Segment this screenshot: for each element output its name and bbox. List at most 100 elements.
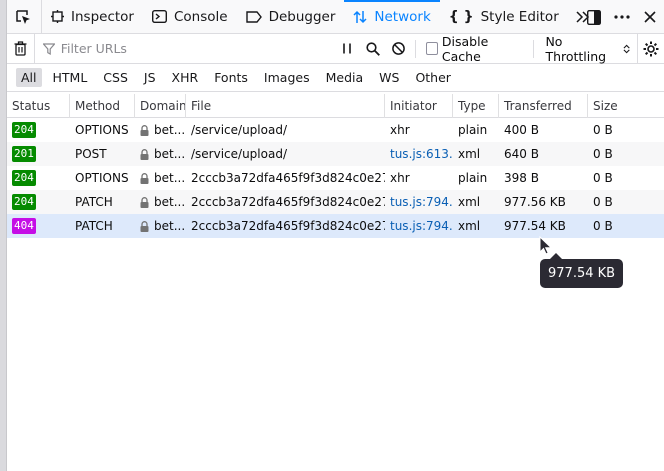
- more-horizontal-icon: [614, 15, 630, 19]
- disable-cache-checkbox[interactable]: Disable Cache: [420, 34, 529, 64]
- block-requests-button[interactable]: [386, 35, 411, 63]
- filter-fonts[interactable]: Fonts: [209, 68, 253, 87]
- pause-button[interactable]: [335, 35, 360, 63]
- status-cell: 201: [7, 142, 70, 166]
- size-cell: 0 B: [593, 195, 613, 209]
- initiator-link[interactable]: tus.js:794...: [385, 190, 453, 214]
- file-cell: 2cccb3a72dfa465f9f3d824c0e275a...: [191, 195, 385, 209]
- tab-network-label: Network: [374, 8, 431, 25]
- type-cell: plain: [458, 123, 488, 137]
- table-row[interactable]: 204 OPTIONS bet... 2cccb3a72dfa465f9f3d8…: [7, 166, 664, 190]
- pause-icon: [343, 43, 352, 54]
- network-settings-button[interactable]: [636, 33, 664, 64]
- file-cell: /service/upload/: [191, 123, 287, 137]
- domain-cell: bet...: [135, 190, 186, 214]
- column-status[interactable]: Status: [7, 94, 70, 118]
- filter-all[interactable]: All: [16, 68, 42, 87]
- toolbox-tabbar: Inspector Console Debugger Network { } S…: [7, 0, 664, 34]
- filter-js[interactable]: JS: [139, 68, 161, 87]
- size-cell: 0 B: [593, 171, 613, 185]
- search-icon: [366, 41, 380, 56]
- lock-icon: [140, 124, 149, 136]
- trash-icon: [14, 41, 27, 56]
- tab-style-editor[interactable]: { } Style Editor: [440, 0, 568, 33]
- gear-icon: [643, 41, 659, 56]
- size-cell: 0 B: [593, 147, 613, 161]
- tab-debugger[interactable]: Debugger: [237, 0, 345, 33]
- status-cell: 204: [7, 190, 70, 214]
- table-row[interactable]: 201 POST bet... /service/upload/ tus.js:…: [7, 142, 664, 166]
- select-arrows-icon: [623, 44, 631, 53]
- requests-table: Status Method Domain File Initiator Type…: [7, 94, 664, 238]
- method-cell: OPTIONS: [75, 123, 129, 137]
- filter-urls-input[interactable]: Filter URLs: [35, 41, 335, 56]
- lock-icon: [140, 148, 149, 160]
- domain-text: bet...: [154, 219, 186, 233]
- throttling-value: No Throttling: [545, 33, 607, 64]
- size-cell: 0 B: [593, 123, 613, 137]
- table-row-selected[interactable]: 404 PATCH bet... 2cccb3a72dfa465f9f3d824…: [7, 214, 664, 238]
- tab-style-editor-label: Style Editor: [480, 8, 559, 25]
- domain-cell: bet...: [135, 214, 186, 238]
- type-cell: xml: [458, 195, 481, 209]
- domain-cell: bet...: [135, 166, 186, 190]
- network-icon: [353, 10, 367, 24]
- filter-html[interactable]: HTML: [48, 68, 93, 87]
- filter-ws[interactable]: WS: [374, 68, 404, 87]
- column-initiator[interactable]: Initiator: [385, 94, 453, 118]
- lock-icon: [140, 196, 149, 208]
- close-button[interactable]: [636, 3, 664, 31]
- filter-other[interactable]: Other: [410, 68, 456, 87]
- throttling-select[interactable]: No Throttling: [537, 34, 636, 64]
- table-row[interactable]: 204 PATCH bet... 2cccb3a72dfa465f9f3d824…: [7, 190, 664, 214]
- tab-console[interactable]: Console: [143, 0, 237, 33]
- method-cell: POST: [75, 147, 107, 161]
- transferred-cell: 398 B: [504, 171, 539, 185]
- status-badge: 204: [12, 194, 36, 210]
- type-cell: xml: [458, 147, 481, 161]
- element-picker-button[interactable]: [7, 0, 39, 33]
- type-cell: xml: [458, 219, 481, 233]
- domain-text: bet...: [154, 171, 186, 185]
- filter-media[interactable]: Media: [321, 68, 369, 87]
- domain-cell: bet...: [135, 142, 186, 166]
- search-button[interactable]: [360, 35, 385, 63]
- status-badge: 204: [12, 170, 36, 186]
- transferred-tooltip: 977.54 KB: [540, 253, 624, 288]
- method-cell: PATCH: [75, 219, 113, 233]
- filter-css[interactable]: CSS: [98, 68, 133, 87]
- filter-images[interactable]: Images: [259, 68, 315, 87]
- domain-text: bet...: [154, 123, 186, 137]
- menu-button[interactable]: [608, 3, 636, 31]
- transferred-cell: 640 B: [504, 147, 539, 161]
- status-cell: 204: [7, 166, 70, 190]
- column-size[interactable]: Size: [588, 94, 664, 118]
- inspector-icon: [51, 10, 64, 23]
- size-cell: 0 B: [593, 219, 613, 233]
- status-badge: 404: [12, 218, 36, 234]
- checkbox-box: [425, 42, 438, 55]
- filter-xhr[interactable]: XHR: [167, 68, 204, 87]
- column-method[interactable]: Method: [70, 94, 135, 118]
- column-transferred[interactable]: Transferred: [499, 94, 588, 118]
- column-domain[interactable]: Domain: [135, 94, 186, 118]
- initiator-link[interactable]: tus.js:613...: [385, 142, 453, 166]
- tab-network[interactable]: Network: [344, 0, 440, 33]
- dock-side-icon: [587, 9, 601, 25]
- table-row[interactable]: 204 OPTIONS bet... /service/upload/ xhr …: [7, 118, 664, 142]
- tab-inspector-label: Inspector: [71, 8, 134, 25]
- dock-side-button[interactable]: [580, 3, 608, 31]
- initiator-link[interactable]: tus.js:794...: [385, 214, 453, 238]
- transferred-cell: 977.54 KB: [504, 219, 566, 233]
- column-type[interactable]: Type: [453, 94, 499, 118]
- table-body: 204 OPTIONS bet... /service/upload/ xhr …: [7, 118, 664, 238]
- status-cell: 204: [7, 118, 70, 142]
- request-type-filters: All HTML CSS JS XHR Fonts Images Media W…: [7, 64, 664, 92]
- clear-button[interactable]: [7, 33, 35, 64]
- column-file[interactable]: File: [186, 94, 385, 118]
- transferred-cell: 977.56 KB: [504, 195, 566, 209]
- tab-inspector[interactable]: Inspector: [42, 0, 143, 33]
- tab-console-label: Console: [173, 8, 228, 25]
- window-edge: [0, 0, 7, 471]
- status-cell: 404: [7, 214, 70, 238]
